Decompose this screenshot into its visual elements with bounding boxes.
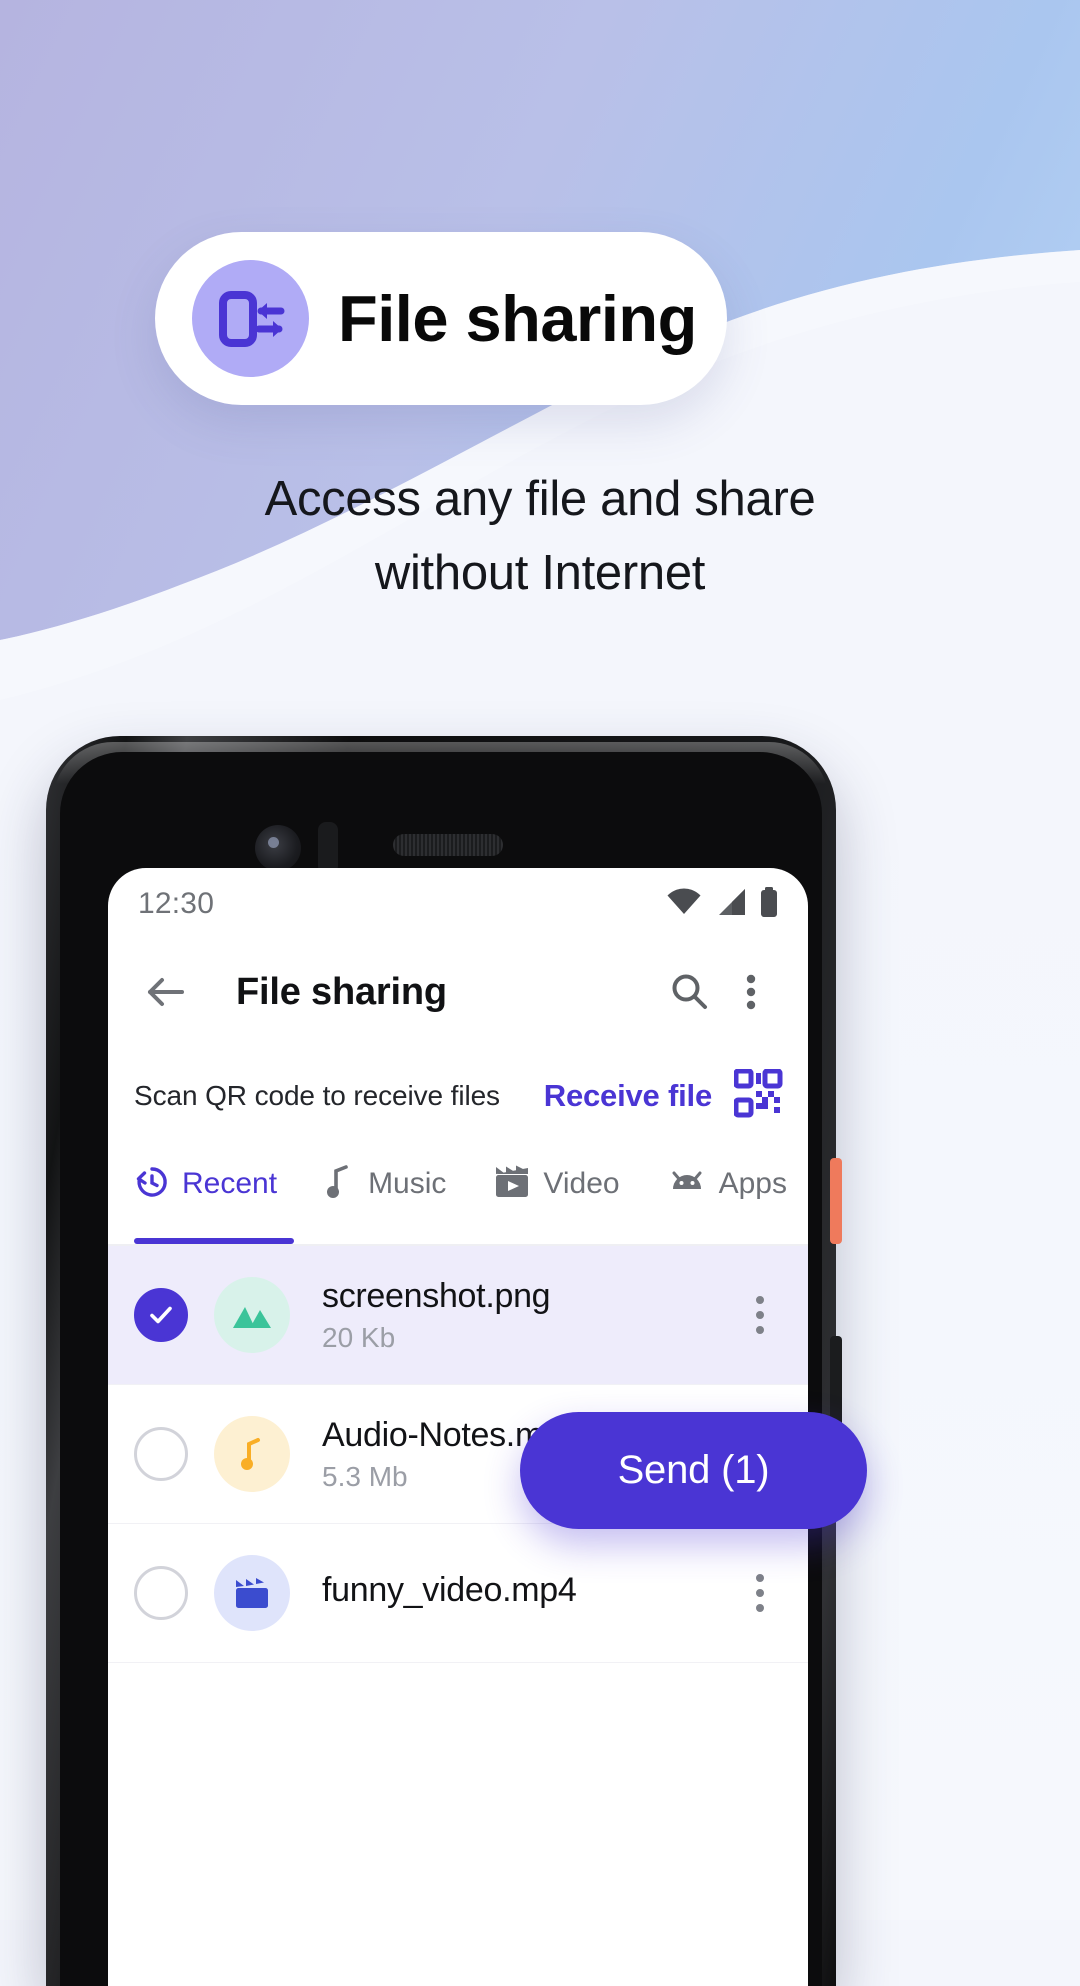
- proximity-sensor-icon: [318, 822, 338, 874]
- earpiece-speaker-icon: [393, 834, 503, 856]
- cellular-signal-icon: [715, 888, 747, 921]
- file-thumbnail: [214, 1555, 290, 1631]
- search-button[interactable]: [658, 961, 720, 1023]
- send-button-label: Send (1): [617, 1448, 770, 1492]
- file-thumbnail: [214, 1277, 290, 1353]
- front-camera-icon: [255, 825, 301, 871]
- qr-code-button[interactable]: [733, 1068, 784, 1124]
- file-name: screenshot.png: [322, 1276, 551, 1315]
- promo-title-badge: File sharing: [155, 232, 727, 405]
- phone-transfer-icon: [192, 260, 309, 377]
- tab-apps[interactable]: Apps: [667, 1148, 808, 1220]
- receive-file-button[interactable]: Receive file: [544, 1078, 712, 1114]
- tab-music-label: Music: [368, 1167, 447, 1200]
- tab-video[interactable]: Video: [493, 1148, 666, 1220]
- overflow-menu-button[interactable]: [720, 961, 782, 1023]
- phone-screen: 12:30 File sharing Scan QR code to recei…: [60, 752, 822, 1986]
- more-vertical-icon: [756, 1589, 764, 1597]
- phone-power-button: [830, 1158, 842, 1244]
- file-name: funny_video.mp4: [322, 1570, 577, 1609]
- send-button[interactable]: Send (1): [520, 1412, 867, 1529]
- file-checkbox[interactable]: [134, 1288, 188, 1342]
- receive-files-row: Scan QR code to receive files Receive fi…: [108, 1044, 808, 1148]
- tab-music[interactable]: Music: [324, 1148, 493, 1220]
- wifi-icon: [666, 888, 702, 920]
- battery-icon: [760, 886, 778, 922]
- music-note-icon: [324, 1164, 356, 1205]
- promo-subtitle-line-1: Access any file and share: [264, 472, 816, 526]
- more-vertical-icon: [756, 1574, 764, 1582]
- file-checkbox[interactable]: [134, 1427, 188, 1481]
- more-vertical-icon: [756, 1604, 764, 1612]
- table-row[interactable]: funny_video.mp4: [108, 1524, 808, 1663]
- qr-scan-hint: Scan QR code to receive files: [134, 1080, 500, 1111]
- tab-video-label: Video: [543, 1167, 620, 1200]
- search-icon: [672, 974, 707, 1009]
- promo-subtitle: Access any file and share without Intern…: [0, 462, 1080, 610]
- app-bar: File sharing: [108, 940, 808, 1044]
- history-clock-icon: [134, 1164, 170, 1205]
- table-row[interactable]: screenshot.png 20 Kb: [108, 1246, 808, 1385]
- more-vertical-icon: [746, 974, 756, 1010]
- status-bar-time: 12:30: [138, 887, 215, 920]
- file-menu-button[interactable]: [738, 1574, 782, 1612]
- android-icon: [667, 1167, 707, 1202]
- status-bar-icons: [666, 886, 778, 922]
- tab-apps-label: Apps: [718, 1167, 787, 1200]
- file-info: funny_video.mp4: [322, 1571, 738, 1616]
- more-vertical-icon: [756, 1311, 764, 1319]
- file-info: screenshot.png 20 Kb: [322, 1277, 738, 1354]
- file-size: 20 Kb: [322, 1321, 396, 1353]
- more-vertical-icon: [756, 1296, 764, 1304]
- active-tab-indicator: [134, 1238, 294, 1244]
- arrow-left-icon: [148, 978, 184, 1006]
- status-bar: 12:30: [108, 868, 808, 940]
- more-vertical-icon: [756, 1326, 764, 1334]
- tab-recent[interactable]: Recent: [134, 1148, 324, 1220]
- category-tabs: Recent Music Video Apps: [108, 1148, 808, 1246]
- file-checkbox[interactable]: [134, 1566, 188, 1620]
- promo-subtitle-line-2: without Internet: [374, 546, 706, 600]
- clapperboard-icon: [493, 1164, 531, 1205]
- clapperboard-icon: [236, 1578, 268, 1608]
- image-mountain-icon: [233, 1307, 271, 1328]
- page-title: File sharing: [236, 970, 447, 1013]
- check-icon: [150, 1306, 172, 1324]
- music-note-icon: [241, 1438, 260, 1470]
- background-wave-shape: [0, 250, 1080, 860]
- file-menu-button[interactable]: [738, 1296, 782, 1334]
- phone-mockup: 12:30 File sharing Scan QR code to recei…: [46, 736, 842, 1986]
- promo-title: File sharing: [338, 282, 697, 355]
- back-button[interactable]: [134, 961, 196, 1023]
- tab-recent-label: Recent: [182, 1167, 278, 1200]
- qr-code-icon: [733, 1068, 783, 1117]
- file-thumbnail: [214, 1416, 290, 1492]
